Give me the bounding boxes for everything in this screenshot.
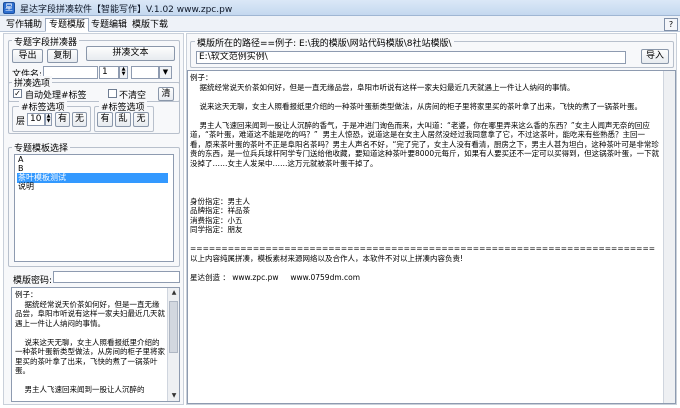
count-field[interactable]: 1 <box>99 66 119 79</box>
have-button[interactable]: 有 <box>55 112 70 127</box>
have-button-2[interactable]: 有 <box>97 112 113 127</box>
content-line: 消费指定：小五 <box>190 215 243 225</box>
tab-topic-template[interactable]: 专题模版 <box>45 18 90 32</box>
count-stepper[interactable]: ▲ ▼ <box>119 66 128 79</box>
path-legend: 模版所在的路径==例子: E:\我的模版\网站代码模版\8社站模版\ <box>195 36 454 49</box>
collector-legend: 专题字段拼凑器 <box>12 35 80 48</box>
content-line: 同学指定：朋友 <box>190 225 243 234</box>
content-line: 品牌指定：祥品茶 <box>190 206 250 215</box>
tab-bar: 写作辅助 专题模版 专题编辑 模版下载 <box>0 16 680 32</box>
chevron-down-icon[interactable]: ▼ <box>159 66 172 79</box>
preview-scrollbar[interactable]: ▲ ▼ <box>167 288 179 401</box>
none-button-2[interactable]: 无 <box>133 112 149 127</box>
templates-listbox[interactable]: A B 茶叶模板测试 说明 <box>14 154 174 262</box>
path-field[interactable]: E:\软文范例实例\ <box>196 51 626 64</box>
scroll-thumb[interactable] <box>169 301 178 353</box>
random-button[interactable]: 乱 <box>115 112 131 127</box>
content-line <box>190 263 660 273</box>
import-button[interactable]: 导入 <box>641 49 669 64</box>
content-line <box>190 92 660 102</box>
content-line: 例子： <box>190 73 213 82</box>
content-line: 据统经常说天价茶如何好，但是一直无缘品尝，阜阳市听说有这样一家夫妇最近几天就遇上… <box>190 82 575 92</box>
content-line <box>190 168 660 178</box>
window-title: 星达字段拼凑软件【智能写作】V.1.02 www.zpc.pw <box>20 5 233 15</box>
content-line <box>190 178 660 188</box>
no-clear-checkbox[interactable] <box>108 89 117 98</box>
none-button[interactable]: 无 <box>72 112 87 127</box>
content-text-area[interactable]: 例子： 据统经常说天价茶如何好，但是一直无缘品尝，阜阳市听说有这样一家夫妇最近几… <box>187 70 676 404</box>
content-line: 星达创造 ： www.zpc.pw www.0759dm.com <box>190 272 361 282</box>
help-button[interactable]: ? <box>664 18 678 31</box>
scroll-up-icon[interactable]: ▲ <box>169 288 179 298</box>
template-item-readme[interactable]: 说明 <box>17 182 168 192</box>
tab-template-download[interactable]: 模版下载 <box>128 18 172 32</box>
content-line: 身份指定：男主人 <box>190 196 250 206</box>
copy-button[interactable]: 复制 <box>47 49 78 63</box>
password-label: 模版密码: <box>13 276 53 286</box>
content-line: ========================================… <box>190 244 656 253</box>
scroll-down-icon[interactable]: ▼ <box>169 391 179 401</box>
content-scrollbar[interactable] <box>663 71 675 403</box>
templates-legend: 专题模板选择 <box>12 141 71 154</box>
layer-label: 层 <box>16 117 26 127</box>
tab-topic-edit[interactable]: 专题编辑 <box>87 18 131 32</box>
compose-button[interactable]: 拼凑文本 <box>86 46 175 61</box>
preview-text-area[interactable]: 例子： 据统经常说天价茶如何好，但是一直无缘品尝，阜阳市听说有这样一家夫妇最近几… <box>11 287 180 402</box>
preview-text: 例子： 据统经常说天价茶如何好，但是一直无缘品尝，阜阳市听说有这样一家夫妇最近几… <box>15 290 165 394</box>
left-panel: 专题字段拼凑器 导出 复制 拼凑文本 文件名: 1 ▲ ▼ ▼ 拼凑选项 ✓ 自动… <box>3 33 184 405</box>
layer-stepper[interactable]: ▲ ▼ <box>45 113 52 126</box>
clear-button[interactable]: 清 <box>158 87 174 101</box>
password-field[interactable] <box>53 271 180 283</box>
tab-writing-assist[interactable]: 写作辅助 <box>2 18 46 32</box>
content-line <box>190 235 660 245</box>
content-line <box>190 111 660 121</box>
content-line: 男主人飞速回来闻到一股让人沉醉的香气，于是冲进门询色而来，大叫道：“老婆，你在哪… <box>190 120 660 168</box>
auto-tag-checkbox[interactable]: ✓ <box>13 89 22 98</box>
content-line <box>190 187 660 197</box>
content-line: 说来这天无聊，女主人照看报纸里介绍的一种茶叶蛋新类型做法，从房间的柜子里将家里买… <box>190 101 643 111</box>
option-select[interactable] <box>131 66 159 79</box>
content-text: 例子： 据统经常说天价茶如何好，但是一直无缘品尝，阜阳市听说有这样一家夫妇最近几… <box>190 73 660 282</box>
content-line: 以上内容纯属拼凑，模板素材来源网络以及合作人，本软件不对以上拼凑内容负责! <box>190 253 464 263</box>
title-bar: 星 星达字段拼凑软件【智能写作】V.1.02 www.zpc.pw <box>0 0 680 16</box>
right-panel: 模版所在的路径==例子: E:\我的模版\网站代码模版\8社站模版\ E:\软文… <box>186 33 677 405</box>
export-button[interactable]: 导出 <box>12 49 43 63</box>
app-icon: 星 <box>3 2 15 14</box>
layer-field[interactable]: 10 <box>27 113 45 126</box>
